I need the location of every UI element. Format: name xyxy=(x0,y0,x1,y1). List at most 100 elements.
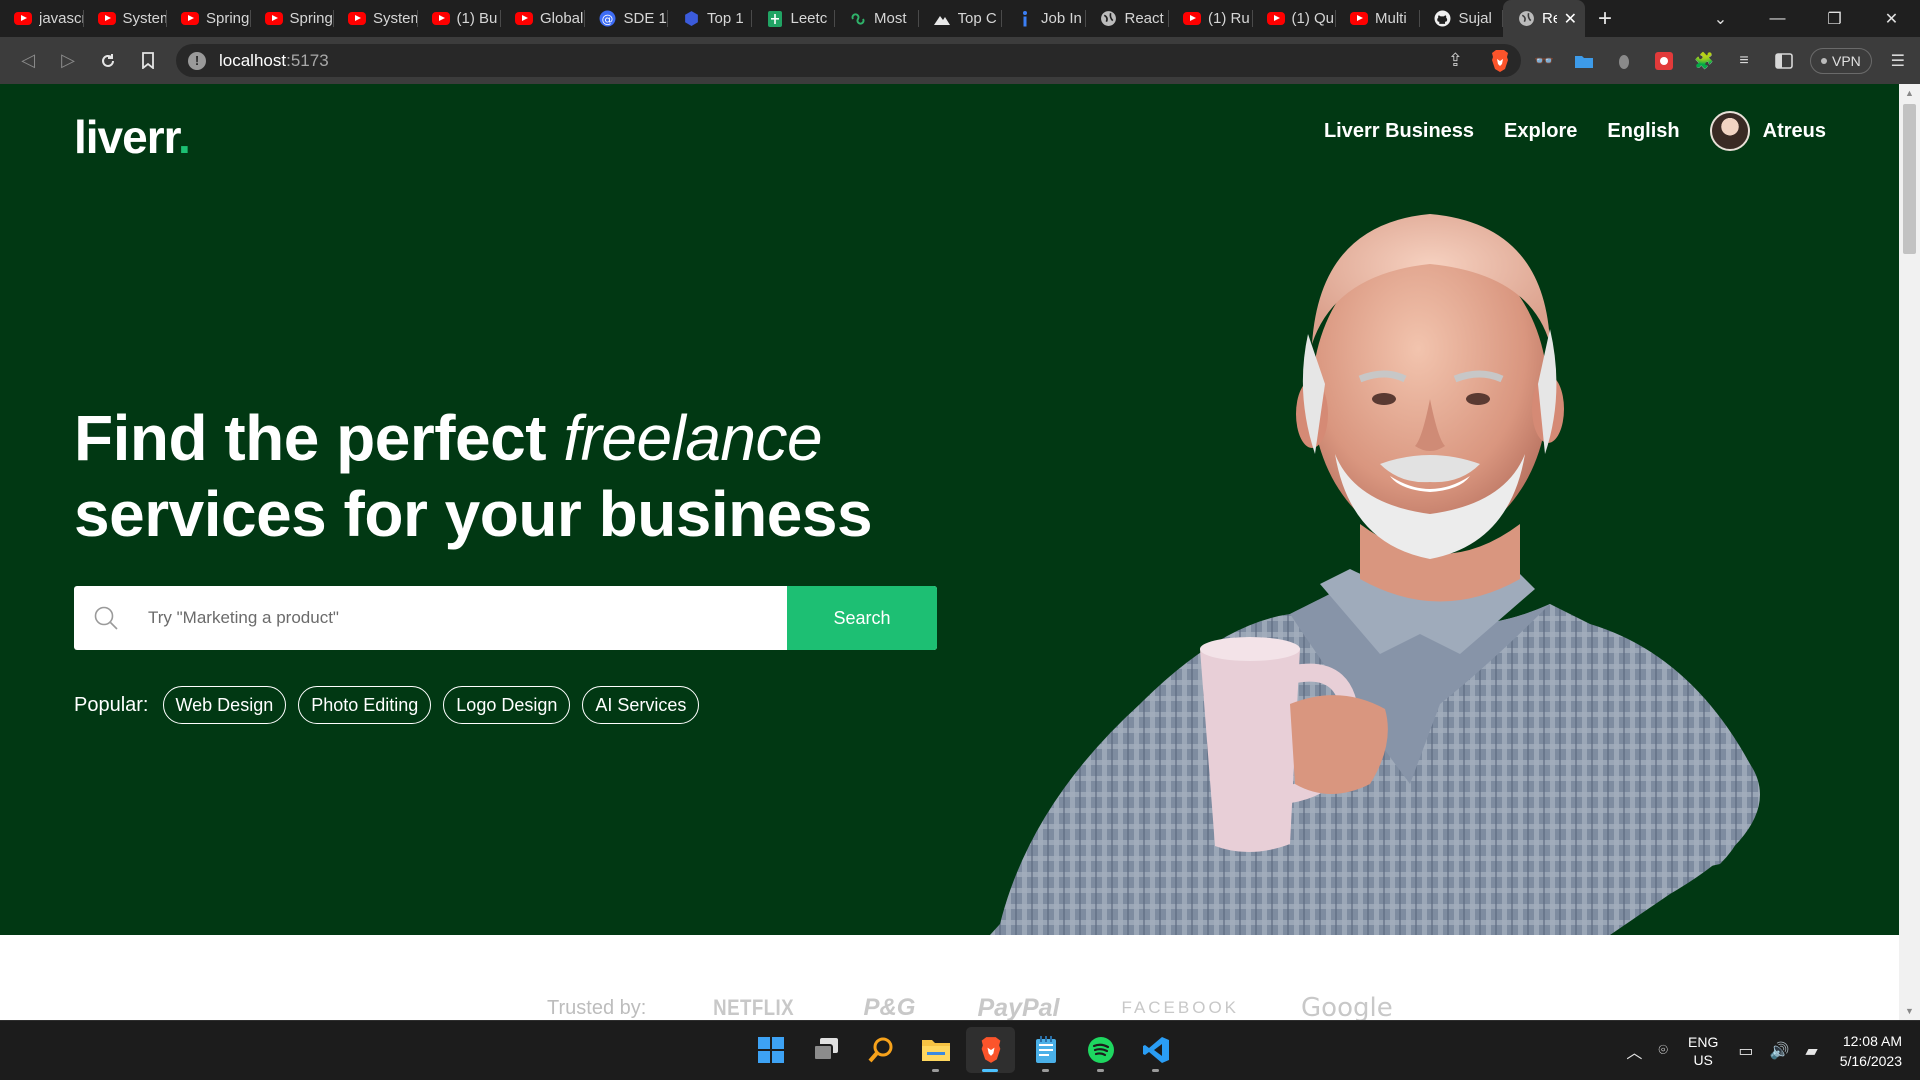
search-icon xyxy=(867,1037,892,1063)
spotify-button[interactable] xyxy=(1076,1027,1125,1073)
display-icon[interactable]: ▭ xyxy=(1730,1041,1761,1061)
extensions-puzzle-icon[interactable]: 🧩 xyxy=(1690,47,1718,75)
browser-tab[interactable]: javascript xyxy=(0,0,84,37)
browser-tab[interactable]: (1) Qu xyxy=(1253,0,1337,37)
popular-tag-web-design[interactable]: Web Design xyxy=(162,686,287,724)
trusted-by-bar: Trusted by: NETFLIX P&G PayPal FACEBOOK … xyxy=(0,935,1899,1020)
browser-tab[interactable]: Leetc xyxy=(752,0,836,37)
user-menu[interactable]: Atreus xyxy=(1709,111,1826,151)
vpn-label: VPN xyxy=(1832,52,1861,69)
brand-pg-logo: P&G xyxy=(863,994,916,1020)
site-logo[interactable]: liverr. xyxy=(74,110,191,164)
notepad-button[interactable] xyxy=(1021,1027,1070,1073)
bookmark-button[interactable] xyxy=(128,41,168,81)
search-bar: Search xyxy=(74,586,937,650)
running-indicator xyxy=(1152,1069,1159,1072)
page-viewport: liverr. Liverr Business Explore English … xyxy=(0,84,1920,1020)
site-info-icon[interactable]: ! xyxy=(188,51,206,70)
start-button[interactable] xyxy=(746,1027,795,1073)
browser-tab[interactable]: Job In xyxy=(1002,0,1086,37)
nav-explore[interactable]: Explore xyxy=(1504,120,1577,143)
running-indicator xyxy=(932,1069,939,1072)
lang-code: ENG xyxy=(1688,1034,1719,1050)
tab-title: System xyxy=(122,10,168,27)
close-window-button[interactable]: ✕ xyxy=(1863,0,1920,37)
scroll-up-icon[interactable]: ▲ xyxy=(1905,88,1914,98)
browser-tab[interactable]: Spring xyxy=(251,0,335,37)
tab-title: Top C xyxy=(957,10,997,27)
glasses-extension-icon[interactable]: 👓 xyxy=(1530,47,1558,75)
tab-title: Re xyxy=(1542,10,1557,27)
volume-icon[interactable]: 🔊 xyxy=(1761,1041,1797,1061)
active-tab[interactable]: Re ✕ xyxy=(1503,0,1585,37)
scrollbar-thumb[interactable] xyxy=(1903,104,1916,254)
nav-liverr-business[interactable]: Liverr Business xyxy=(1324,120,1474,143)
grey-extension-icon[interactable] xyxy=(1610,47,1638,75)
task-view-button[interactable] xyxy=(801,1027,850,1073)
vpn-status-dot xyxy=(1821,57,1827,64)
vpn-button[interactable]: VPN xyxy=(1810,47,1872,74)
close-tab-icon[interactable]: ✕ xyxy=(1564,9,1577,29)
svg-text:@: @ xyxy=(602,12,614,26)
page-scrollbar[interactable]: ▲ ▼ xyxy=(1899,84,1920,1020)
clock-date: 5/16/2023 xyxy=(1839,1053,1902,1069)
tab-title: Spring xyxy=(206,10,250,27)
input-language-indicator[interactable]: ENG US xyxy=(1676,1033,1730,1069)
tab-title: Spring xyxy=(289,10,333,27)
clock[interactable]: 12:08 AM 5/16/2023 xyxy=(1826,1031,1920,1071)
popular-tag-photo-editing[interactable]: Photo Editing xyxy=(298,686,432,724)
network-icon[interactable]: ⌾ xyxy=(1650,1042,1676,1060)
youtube-icon xyxy=(348,10,366,28)
active-indicator xyxy=(982,1069,998,1072)
nav-language[interactable]: English xyxy=(1607,120,1679,143)
browser-tab[interactable]: Multi xyxy=(1336,0,1420,37)
browser-tab[interactable]: System xyxy=(334,0,418,37)
hexagon-icon xyxy=(682,10,700,28)
browser-tab[interactable]: Most xyxy=(835,0,919,37)
file-explorer-button[interactable] xyxy=(911,1027,960,1073)
brave-shields-icon[interactable] xyxy=(1489,49,1511,78)
share-icon[interactable]: ⇪ xyxy=(1448,50,1463,71)
folder-extension-icon[interactable] xyxy=(1570,47,1598,75)
sidebar-toggle-icon[interactable] xyxy=(1770,47,1798,75)
popular-tag-ai-services[interactable]: AI Services xyxy=(582,686,700,724)
popular-tag-logo-design[interactable]: Logo Design xyxy=(443,686,571,724)
back-button[interactable]: ◁ xyxy=(8,41,48,81)
tab-search-chevron-icon[interactable]: ⌄ xyxy=(1692,0,1749,37)
address-bar[interactable]: ! localhost:5173 ⇪ xyxy=(176,44,1521,77)
search-button[interactable]: Search xyxy=(787,586,937,650)
browser-tab[interactable]: React xyxy=(1086,0,1170,37)
red-extension-icon[interactable] xyxy=(1650,47,1678,75)
browser-tab[interactable]: Spring xyxy=(167,0,251,37)
restore-button[interactable]: ❐ xyxy=(1806,0,1863,37)
tab-title: javascript xyxy=(39,10,84,27)
browser-tab[interactable]: (1) Ru xyxy=(1169,0,1253,37)
reload-icon xyxy=(102,53,114,67)
tab-title: (1) Qu xyxy=(1291,10,1335,27)
battery-icon[interactable]: ▰ xyxy=(1797,1041,1825,1061)
tab-title: (1) Bu xyxy=(456,10,498,27)
brand-facebook-logo: FACEBOOK xyxy=(1121,998,1240,1017)
url-text: localhost:5173 xyxy=(219,50,329,70)
forward-button[interactable]: ▷ xyxy=(48,41,88,81)
browser-tab[interactable]: Top 1 xyxy=(668,0,752,37)
search-taskbar-button[interactable] xyxy=(856,1027,905,1073)
search-input[interactable] xyxy=(138,586,787,650)
browser-tab[interactable]: @ SDE 1 xyxy=(585,0,669,37)
at-icon: @ xyxy=(599,10,617,28)
reload-button[interactable] xyxy=(88,41,128,81)
browser-tab[interactable]: Top C xyxy=(919,0,1003,37)
menu-icon[interactable]: ☰ xyxy=(1884,47,1912,75)
minimize-button[interactable]: — xyxy=(1749,0,1806,37)
brave-icon xyxy=(981,1037,1000,1063)
browser-tab[interactable]: System xyxy=(84,0,168,37)
show-hidden-icons-chevron-icon[interactable]: ︿ xyxy=(1618,1039,1650,1063)
browser-tab[interactable]: Sujal xyxy=(1420,0,1504,37)
vscode-button[interactable] xyxy=(1131,1027,1180,1073)
browser-tab[interactable]: Global xyxy=(501,0,585,37)
brave-browser-button[interactable] xyxy=(966,1027,1015,1073)
media-controls-icon[interactable]: ≡ xyxy=(1730,47,1758,75)
browser-tab[interactable]: (1) Bu xyxy=(418,0,502,37)
new-tab-button[interactable]: + xyxy=(1585,0,1625,37)
scroll-down-icon[interactable]: ▼ xyxy=(1905,1006,1914,1016)
